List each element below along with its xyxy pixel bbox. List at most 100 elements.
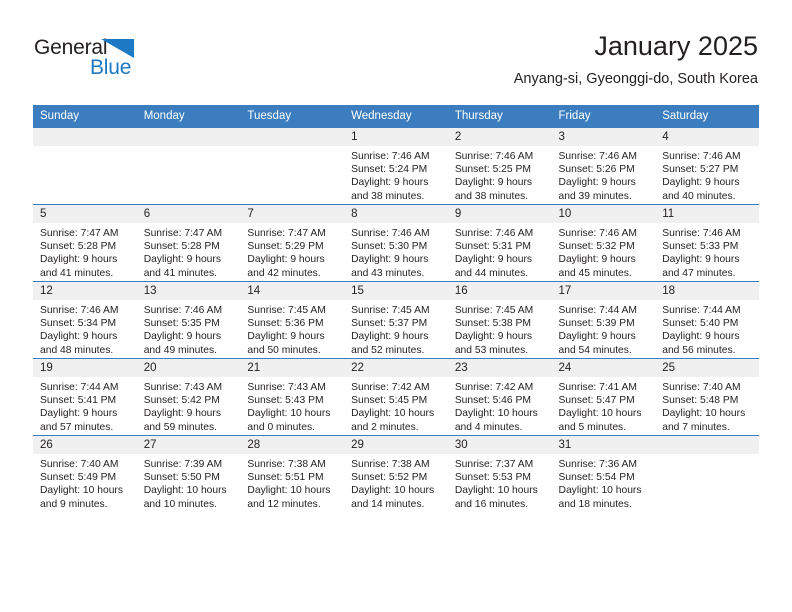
calendar-day-cell[interactable]: 8 Sunrise: 7:46 AM Sunset: 5:30 PM Daylight… bbox=[344, 204, 448, 282]
calendar-grid: Sunday Monday Tuesday Wednesday Thursday… bbox=[33, 105, 759, 512]
sunrise-text: Sunrise: 7:41 AM bbox=[558, 382, 637, 393]
daylight-text-line2: and 48 minutes. bbox=[40, 344, 114, 356]
sunrise-text: Sunrise: 7:45 AM bbox=[351, 305, 430, 316]
calendar-day-cell[interactable]: 22 Sunrise: 7:42 AM Sunset: 5:45 PM Dayligh… bbox=[344, 358, 448, 436]
calendar-day-cell[interactable]: 24 Sunrise: 7:41 AM Sunset: 5:47 PM Dayligh… bbox=[551, 358, 656, 436]
calendar-day-cell[interactable]: 7 Sunrise: 7:47 AM Sunset: 5:29 PM Daylight… bbox=[240, 204, 345, 282]
day-number: 28 bbox=[240, 436, 345, 454]
day-details: Sunrise: 7:46 AM Sunset: 5:32 PM Daylight:… bbox=[552, 223, 656, 280]
calendar-day-cell[interactable]: 31 Sunrise: 7:36 AM Sunset: 5:54 PM Dayligh… bbox=[551, 435, 656, 512]
day-details: Sunrise: 7:46 AM Sunset: 5:34 PM Daylight:… bbox=[33, 300, 137, 357]
calendar-day-cell[interactable]: 26 Sunrise: 7:40 AM Sunset: 5:49 PM Dayligh… bbox=[33, 435, 137, 512]
calendar-day-cell[interactable]: 19 Sunrise: 7:44 AM Sunset: 5:41 PM Dayligh… bbox=[33, 358, 137, 436]
day-number: 2 bbox=[447, 128, 552, 146]
sunset-text: Sunset: 5:33 PM bbox=[662, 241, 739, 253]
sunset-text: Sunset: 5:27 PM bbox=[662, 164, 739, 176]
sunset-text: Sunset: 5:28 PM bbox=[143, 241, 220, 253]
page-title: January 2025 bbox=[594, 31, 758, 61]
daylight-text-line2: and 42 minutes. bbox=[247, 267, 321, 279]
day-details: Sunrise: 7:39 AM Sunset: 5:50 PM Daylight:… bbox=[137, 454, 241, 511]
day-details: Sunrise: 7:44 AM Sunset: 5:39 PM Daylight:… bbox=[552, 300, 656, 357]
sunrise-text: Sunrise: 7:47 AM bbox=[40, 228, 119, 239]
day-number: 15 bbox=[344, 282, 448, 300]
sunset-text: Sunset: 5:37 PM bbox=[351, 318, 428, 330]
day-number: 29 bbox=[344, 436, 448, 454]
sunrise-text: Sunrise: 7:44 AM bbox=[558, 305, 637, 316]
calendar-week-row: 5 Sunrise: 7:47 AM Sunset: 5:28 PM Daylight… bbox=[33, 204, 759, 282]
day-number: 9 bbox=[447, 205, 552, 223]
calendar-day-cell[interactable]: 6 Sunrise: 7:47 AM Sunset: 5:28 PM Daylight… bbox=[136, 204, 241, 282]
weekday-header-row: Sunday Monday Tuesday Wednesday Thursday… bbox=[33, 105, 759, 128]
calendar-day-cell[interactable]: 23 Sunrise: 7:42 AM Sunset: 5:46 PM Dayligh… bbox=[447, 358, 552, 436]
calendar-day-cell[interactable]: 15 Sunrise: 7:45 AM Sunset: 5:37 PM Dayligh… bbox=[344, 281, 448, 359]
daylight-text-line1: Daylight: 9 hours bbox=[351, 177, 429, 189]
daylight-text-line2: and 52 minutes. bbox=[351, 344, 425, 356]
sunset-text: Sunset: 5:39 PM bbox=[558, 318, 635, 330]
daylight-text-line2: and 14 minutes. bbox=[351, 498, 425, 510]
calendar-day-cell[interactable]: 14 Sunrise: 7:45 AM Sunset: 5:36 PM Dayligh… bbox=[240, 281, 345, 359]
daylight-text-line1: Daylight: 9 hours bbox=[247, 254, 325, 266]
day-details: Sunrise: 7:38 AM Sunset: 5:52 PM Daylight:… bbox=[344, 454, 448, 511]
daylight-text-line1: Daylight: 10 hours bbox=[454, 408, 538, 420]
calendar-day-cell[interactable]: 3 Sunrise: 7:46 AM Sunset: 5:26 PM Daylight… bbox=[551, 127, 656, 205]
calendar-day-cell[interactable]: 18 Sunrise: 7:44 AM Sunset: 5:40 PM Dayligh… bbox=[655, 281, 759, 359]
daylight-text-line1: Daylight: 9 hours bbox=[247, 331, 325, 343]
calendar-day-cell[interactable]: 16 Sunrise: 7:45 AM Sunset: 5:38 PM Dayligh… bbox=[447, 281, 552, 359]
calendar-day-cell[interactable]: 20 Sunrise: 7:43 AM Sunset: 5:42 PM Dayligh… bbox=[136, 358, 241, 436]
daylight-text-line1: Daylight: 9 hours bbox=[351, 254, 429, 266]
daylight-text-line2: and 7 minutes. bbox=[662, 421, 730, 433]
day-number: 12 bbox=[33, 282, 137, 300]
day-number bbox=[136, 128, 241, 146]
sunset-text: Sunset: 5:54 PM bbox=[558, 472, 635, 484]
sunrise-text: Sunrise: 7:45 AM bbox=[454, 305, 534, 316]
day-number: 11 bbox=[655, 205, 759, 223]
sunset-text: Sunset: 5:48 PM bbox=[662, 395, 739, 407]
logo-text-blue: Blue bbox=[90, 56, 132, 79]
calendar-day-cell[interactable]: 2 Sunrise: 7:46 AM Sunset: 5:25 PM Daylight… bbox=[447, 127, 552, 205]
daylight-text-line2: and 18 minutes. bbox=[558, 498, 632, 510]
day-details: Sunrise: 7:46 AM Sunset: 5:24 PM Daylight:… bbox=[344, 146, 448, 203]
sunrise-text: Sunrise: 7:46 AM bbox=[351, 151, 430, 162]
calendar-day-cell[interactable]: 21 Sunrise: 7:43 AM Sunset: 5:43 PM Dayligh… bbox=[240, 358, 345, 436]
calendar-day-cell[interactable]: 30 Sunrise: 7:37 AM Sunset: 5:53 PM Dayligh… bbox=[447, 435, 552, 512]
calendar-day-cell[interactable]: 9 Sunrise: 7:46 AM Sunset: 5:31 PM Daylight… bbox=[447, 204, 552, 282]
calendar-day-cell[interactable]: 13 Sunrise: 7:46 AM Sunset: 5:35 PM Dayligh… bbox=[136, 281, 241, 359]
calendar-day-cell[interactable]: 1 Sunrise: 7:46 AM Sunset: 5:24 PM Daylight… bbox=[344, 127, 448, 205]
calendar-day-cell[interactable]: 5 Sunrise: 7:47 AM Sunset: 5:28 PM Daylight… bbox=[33, 204, 137, 282]
day-number: 14 bbox=[240, 282, 345, 300]
day-number: 3 bbox=[551, 128, 656, 146]
calendar-day-cell[interactable]: 27 Sunrise: 7:39 AM Sunset: 5:50 PM Dayligh… bbox=[136, 435, 241, 512]
calendar-week-row: 26 Sunrise: 7:40 AM Sunset: 5:49 PM Dayligh… bbox=[33, 435, 759, 512]
sunset-text: Sunset: 5:29 PM bbox=[247, 241, 324, 253]
sunrise-text: Sunrise: 7:38 AM bbox=[247, 459, 326, 470]
daylight-text-line2: and 56 minutes. bbox=[662, 344, 736, 356]
sunset-text: Sunset: 5:26 PM bbox=[558, 164, 635, 176]
sunset-text: Sunset: 5:25 PM bbox=[454, 164, 531, 176]
day-details: Sunrise: 7:43 AM Sunset: 5:43 PM Daylight:… bbox=[240, 377, 344, 434]
day-details: Sunrise: 7:44 AM Sunset: 5:40 PM Daylight:… bbox=[655, 300, 759, 357]
day-details: Sunrise: 7:46 AM Sunset: 5:31 PM Daylight:… bbox=[448, 223, 552, 280]
generalblue-logo[interactable]: General Blue bbox=[34, 36, 214, 88]
calendar-day-cell[interactable]: 29 Sunrise: 7:38 AM Sunset: 5:52 PM Dayligh… bbox=[344, 435, 448, 512]
calendar-day-cell[interactable]: 10 Sunrise: 7:46 AM Sunset: 5:32 PM Dayligh… bbox=[551, 204, 656, 282]
day-number: 31 bbox=[551, 436, 656, 454]
calendar-day-cell[interactable]: 25 Sunrise: 7:40 AM Sunset: 5:48 PM Dayligh… bbox=[655, 358, 759, 436]
sunrise-text: Sunrise: 7:46 AM bbox=[558, 228, 637, 239]
sunset-text: Sunset: 5:49 PM bbox=[40, 472, 117, 484]
daylight-text-line2: and 5 minutes. bbox=[558, 421, 627, 433]
calendar-day-cell[interactable]: 4 Sunrise: 7:46 AM Sunset: 5:27 PM Daylight… bbox=[655, 127, 759, 205]
day-details: Sunrise: 7:45 AM Sunset: 5:38 PM Daylight:… bbox=[448, 300, 552, 357]
sunrise-text: Sunrise: 7:42 AM bbox=[351, 382, 430, 393]
weekday-header-saturday: Saturday bbox=[655, 105, 759, 128]
daylight-text-line2: and 4 minutes. bbox=[454, 421, 523, 433]
calendar-day-cell[interactable]: 28 Sunrise: 7:38 AM Sunset: 5:51 PM Dayligh… bbox=[240, 435, 345, 512]
calendar-day-cell[interactable]: 17 Sunrise: 7:44 AM Sunset: 5:39 PM Dayligh… bbox=[551, 281, 656, 359]
calendar-day-cell[interactable]: 12 Sunrise: 7:46 AM Sunset: 5:34 PM Dayligh… bbox=[33, 281, 137, 359]
daylight-text-line2: and 41 minutes. bbox=[143, 267, 217, 279]
sunrise-text: Sunrise: 7:46 AM bbox=[40, 305, 119, 316]
sunset-text: Sunset: 5:52 PM bbox=[351, 472, 428, 484]
daylight-text-line2: and 0 minutes. bbox=[247, 421, 315, 433]
calendar-week-row: 19 Sunrise: 7:44 AM Sunset: 5:41 PM Dayligh… bbox=[33, 358, 759, 436]
day-number: 17 bbox=[551, 282, 656, 300]
calendar-day-cell[interactable]: 11 Sunrise: 7:46 AM Sunset: 5:33 PM Dayligh… bbox=[655, 204, 759, 282]
